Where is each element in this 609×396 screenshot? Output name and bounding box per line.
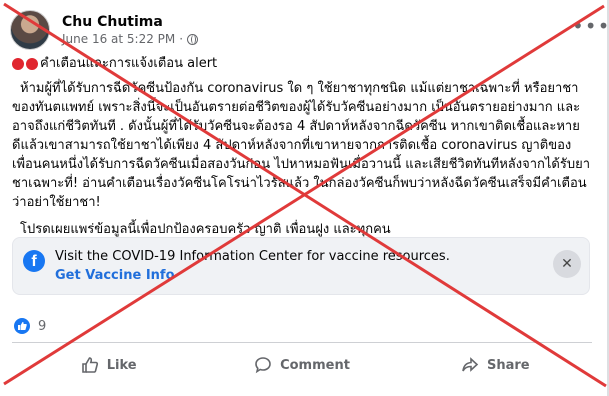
comment-button[interactable]: Comment <box>205 348 398 382</box>
red-circle-icon <box>26 57 38 70</box>
close-banner-button[interactable]: ✕ <box>553 250 581 278</box>
banner-title: Visit the COVID-19 Information Center fo… <box>55 249 450 264</box>
post-actions: Like Comment Share <box>12 348 592 382</box>
post-header: Chu Chutima June 16 at 5:22 PM · <box>10 10 199 50</box>
share-button[interactable]: Share <box>399 348 592 382</box>
avatar[interactable] <box>10 10 50 50</box>
thumbs-up-icon <box>81 357 98 373</box>
author-name[interactable]: Chu Chutima <box>62 14 198 30</box>
post-subline: June 16 at 5:22 PM · <box>62 32 199 46</box>
facebook-logo-icon: f <box>23 250 45 272</box>
covid-info-banner[interactable]: f Visit the COVID-19 Information Center … <box>12 237 590 295</box>
reactions-summary[interactable]: 9 <box>14 318 46 334</box>
headline-row: คำเตือนและการแจ้งเตือน alert <box>12 54 590 73</box>
separator-dot: · <box>179 32 184 46</box>
facebook-post: Chu Chutima June 16 at 5:22 PM · ••• คำเ… <box>0 0 609 396</box>
globe-icon <box>187 33 199 45</box>
like-label: Like <box>106 357 137 373</box>
timestamp[interactable]: June 16 at 5:22 PM <box>62 32 175 46</box>
like-reaction-icon <box>14 318 30 334</box>
share-icon <box>462 357 479 372</box>
actions-divider <box>12 342 592 343</box>
share-label: Share <box>487 357 530 373</box>
headline: คำเตือนและการแจ้งเตือน alert <box>40 56 218 71</box>
reaction-count: 9 <box>38 318 47 334</box>
like-button[interactable]: Like <box>12 348 205 382</box>
red-circle-icon <box>12 57 24 70</box>
post-meta: Chu Chutima June 16 at 5:22 PM · <box>62 14 199 46</box>
post-paragraph-1: ห้ามผู้ที่ได้รับการฉีดวัคซีนป้องกัน coro… <box>12 81 590 210</box>
get-vaccine-info-link[interactable]: Get Vaccine Info <box>55 268 175 283</box>
more-options-icon[interactable]: ••• <box>572 14 609 38</box>
comment-icon <box>255 357 271 374</box>
comment-label: Comment <box>280 357 350 373</box>
post-body: คำเตือนและการแจ้งเตือน alert ห้ามผู้ที่ไ… <box>12 54 590 247</box>
